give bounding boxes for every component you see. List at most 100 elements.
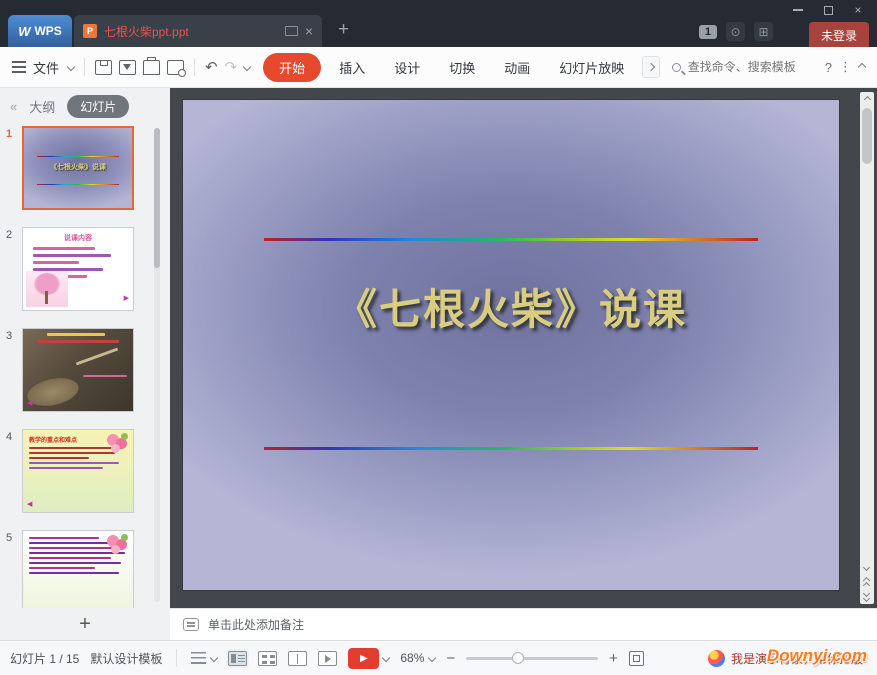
search-icon xyxy=(672,63,681,72)
tab-close-icon[interactable]: × xyxy=(305,24,313,38)
titlebar: W WPS P 七根火柴ppt.ppt × + × 1 ⊙ ⊞ 未登录 xyxy=(0,0,877,47)
panel-scrollbar-thumb[interactable] xyxy=(154,128,160,268)
play-button[interactable]: ▶ xyxy=(348,648,379,669)
tab-count-badge[interactable]: 1 xyxy=(699,25,717,39)
text-line xyxy=(83,375,127,377)
notes-bar[interactable]: 单击此处添加备注 xyxy=(170,608,877,640)
tree-image xyxy=(26,271,68,307)
slide-thumbnail-4[interactable]: 教学的重点和难点 ◀ xyxy=(22,429,134,513)
quick-access-chevron-icon[interactable] xyxy=(243,63,251,71)
tab-slides[interactable]: 幻灯片 xyxy=(67,95,129,118)
thumbnail-list: 1 《七根火柴》说课 2 说课内容 ▶ xyxy=(0,126,150,608)
wps-home-tab[interactable]: W WPS xyxy=(8,15,72,47)
menu-icon[interactable] xyxy=(12,61,26,73)
projector-icon[interactable] xyxy=(285,26,298,36)
normal-view-icon[interactable] xyxy=(228,651,247,666)
new-tab-button[interactable]: + xyxy=(338,20,349,39)
file-menu-chevron-icon[interactable] xyxy=(67,63,75,71)
zoom-slider[interactable] xyxy=(466,657,598,660)
rainbow-line xyxy=(37,184,119,185)
tab-design[interactable]: 设计 xyxy=(383,53,431,82)
slide-thumbnail-5[interactable] xyxy=(22,530,134,608)
wps-logo-icon: W xyxy=(18,24,30,39)
tab-slideshow[interactable]: 幻灯片放映 xyxy=(548,53,635,82)
reading-view-icon[interactable] xyxy=(288,651,307,666)
collapse-panel-icon[interactable]: « xyxy=(10,99,17,114)
zoom-out-button[interactable]: − xyxy=(446,650,455,667)
add-slide-button[interactable]: + xyxy=(79,613,91,636)
slide-thumbnail-2[interactable]: 说课内容 ▶ xyxy=(22,227,134,311)
palette-image xyxy=(25,374,81,410)
thumbnail-row: 3 ◀ xyxy=(6,328,150,412)
tab-animation[interactable]: 动画 xyxy=(493,53,541,82)
slide-number: 3 xyxy=(6,328,22,412)
document-tab-title: 七根火柴ppt.ppt xyxy=(104,23,278,40)
canvas-scrollbar-thumb[interactable] xyxy=(862,108,872,164)
tab-insert[interactable]: 插入 xyxy=(328,53,376,82)
text-line xyxy=(37,340,119,343)
notes-placeholder[interactable]: 单击此处添加备注 xyxy=(208,616,304,633)
close-button[interactable]: × xyxy=(843,0,873,20)
text-line xyxy=(29,567,95,569)
scroll-up-icon[interactable] xyxy=(860,92,874,106)
file-menu[interactable]: 文件 xyxy=(33,58,59,77)
scroll-down-icon[interactable] xyxy=(860,562,874,576)
slide-number: 4 xyxy=(6,429,22,513)
statusbar: 幻灯片 1 / 15 默认设计模板 ▶ 68% − + 我是演示行家，帮你排版 … xyxy=(0,640,877,675)
next-slide-button[interactable] xyxy=(860,590,874,604)
help-icon[interactable]: ? xyxy=(825,60,832,75)
fit-to-window-icon[interactable] xyxy=(629,651,644,666)
minimize-button[interactable] xyxy=(783,0,813,20)
collapse-ribbon-icon[interactable] xyxy=(858,63,866,71)
beautify-ball-icon[interactable] xyxy=(708,650,725,667)
text-line xyxy=(29,457,89,459)
template-name[interactable]: 默认设计模板 xyxy=(90,650,162,667)
text-line xyxy=(29,557,111,559)
zoom-in-button[interactable]: + xyxy=(609,650,618,667)
tab-home[interactable]: 开始 xyxy=(263,53,321,82)
print-icon[interactable] xyxy=(143,60,160,75)
text-line xyxy=(29,547,117,549)
print-preview-icon[interactable] xyxy=(167,60,184,75)
document-tab[interactable]: P 七根火柴ppt.ppt × xyxy=(74,15,322,47)
redo-icon[interactable]: ↷ xyxy=(225,60,238,75)
flower-image xyxy=(105,533,131,557)
ppt-file-icon: P xyxy=(83,24,97,38)
tab-transitions[interactable]: 切换 xyxy=(438,53,486,82)
text-line xyxy=(29,462,119,464)
slide-canvas[interactable]: 《七根火柴》说课 xyxy=(183,100,839,590)
wps-label: WPS xyxy=(34,24,61,38)
brush-image xyxy=(76,348,118,366)
more-options-icon[interactable]: ⋮ xyxy=(839,59,852,75)
rainbow-line xyxy=(37,156,119,157)
text-line xyxy=(29,562,121,564)
tab-outline[interactable]: 大纲 xyxy=(29,97,55,116)
message-icon[interactable]: ⊙ xyxy=(726,22,745,41)
search-input[interactable] xyxy=(688,60,818,74)
slideshow-view-icon[interactable] xyxy=(318,651,337,666)
save-icon[interactable] xyxy=(95,60,112,75)
notes-toggle-chevron-icon[interactable] xyxy=(210,654,218,662)
play-options-chevron-icon[interactable] xyxy=(382,654,390,662)
panel-scrollbar[interactable] xyxy=(154,128,160,602)
slide-thumbnail-3[interactable]: ◀ xyxy=(22,328,134,412)
slide-title-text[interactable]: 《七根火柴》说课 xyxy=(183,276,839,337)
zoom-level[interactable]: 68% xyxy=(400,651,435,665)
undo-icon[interactable]: ↶ xyxy=(205,60,218,75)
export-icon[interactable] xyxy=(119,60,136,75)
notes-toggle-icon[interactable] xyxy=(191,652,206,664)
maximize-button[interactable] xyxy=(813,0,843,20)
rainbow-line-bottom xyxy=(264,447,758,450)
previous-slide-button[interactable] xyxy=(860,576,874,590)
skin-icon[interactable]: ⊞ xyxy=(754,22,773,41)
slide-number: 1 xyxy=(6,126,22,210)
window-controls: × xyxy=(783,0,873,20)
command-search[interactable] xyxy=(672,60,818,74)
thumbnail-row: 1 《七根火柴》说课 xyxy=(6,126,150,210)
slide-thumbnail-1[interactable]: 《七根火柴》说课 xyxy=(22,126,134,210)
slide-sorter-view-icon[interactable] xyxy=(258,651,277,666)
thumbnail-row: 5 xyxy=(6,530,150,608)
canvas-scrollbar[interactable] xyxy=(860,92,874,604)
zoom-slider-thumb[interactable] xyxy=(512,652,524,664)
more-tabs-button[interactable] xyxy=(642,56,660,78)
